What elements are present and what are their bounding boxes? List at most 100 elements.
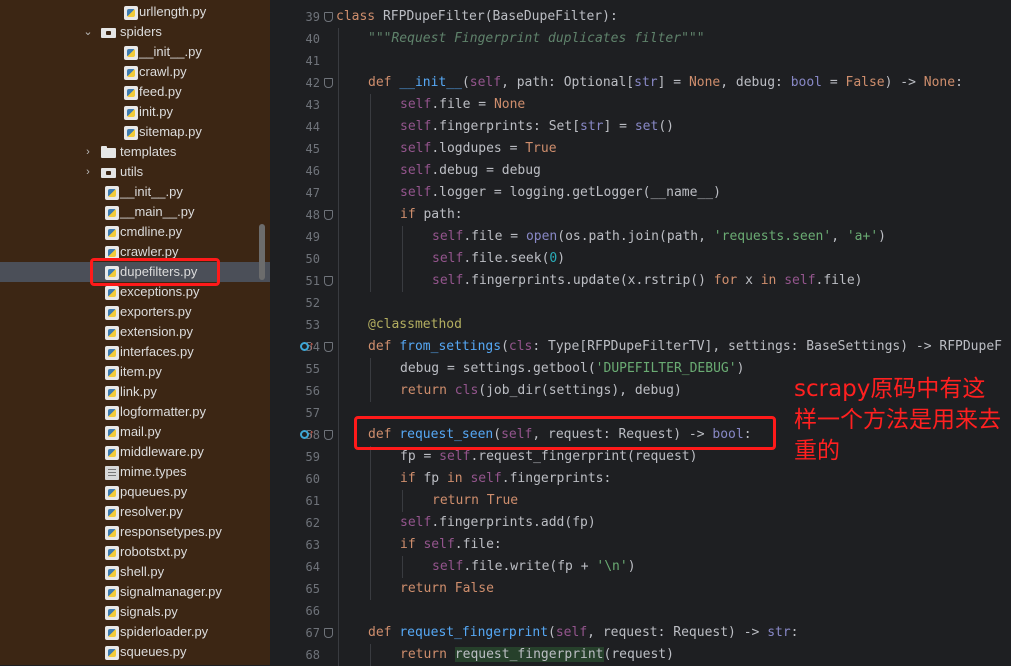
override-implementation-icon[interactable]: ↑	[300, 429, 315, 441]
code-token: return	[400, 383, 455, 398]
code-line[interactable]: class RFPDupeFilter(BaseDupeFilter):	[336, 6, 618, 28]
code-editor[interactable]: 39 40 41 42 43 44 45 46 47 48 49 50 51 52 53 54 ↑ 55 56 57 5…	[270, 0, 1011, 666]
tree-item[interactable]: signalmanager.py	[0, 582, 270, 602]
highlight-box-request-seen	[354, 416, 776, 450]
code-token: bool	[790, 75, 823, 90]
tree-item-label: mime.types	[120, 464, 187, 479]
code-line[interactable]: return False	[400, 578, 494, 600]
tree-item[interactable]: __main__.py	[0, 202, 270, 222]
chevron-right-icon[interactable]: ›	[82, 162, 94, 182]
code-token: if	[400, 537, 424, 552]
tree-item[interactable]: ⌄ spiders	[0, 22, 270, 42]
code-line[interactable]: if fp in self.fingerprints:	[400, 468, 611, 490]
tree-item[interactable]: middleware.py	[0, 442, 270, 462]
line-number: 68	[305, 648, 320, 662]
tree-item[interactable]: spiderloader.py	[0, 622, 270, 642]
code-line[interactable]: return request_fingerprint(request)	[400, 644, 674, 666]
code-line[interactable]: @classmethod	[368, 314, 462, 336]
tree-item[interactable]: squeues.py	[0, 642, 270, 662]
up-arrow-icon: ↑	[309, 340, 315, 352]
chevron-down-icon[interactable]: ⌄	[82, 22, 94, 42]
tree-item[interactable]: pqueues.py	[0, 482, 270, 502]
sidebar-scrollbar[interactable]	[259, 224, 265, 280]
code-token: (	[548, 625, 556, 640]
code-line[interactable]: def from_settings(cls: Type[RFPDupeFilte…	[368, 336, 1002, 358]
fold-marker-icon[interactable]	[324, 430, 333, 440]
code-line[interactable]: if self.file:	[400, 534, 502, 556]
line-number: 60	[305, 472, 320, 486]
fold-marker-icon[interactable]	[324, 210, 333, 220]
line-number: 41	[305, 54, 320, 68]
tree-item[interactable]: › templates	[0, 142, 270, 162]
tree-item[interactable]: init.py	[0, 102, 270, 122]
code-line[interactable]: self.file = None	[400, 94, 525, 116]
tree-item[interactable]: responsetypes.py	[0, 522, 270, 542]
line-number: 52	[305, 296, 320, 310]
tree-item[interactable]: logformatter.py	[0, 402, 270, 422]
code-line[interactable]: """Request Fingerprint duplicates filter…	[368, 28, 705, 50]
tree-item[interactable]: crawl.py	[0, 62, 270, 82]
override-circle-icon	[300, 430, 309, 439]
code-line[interactable]: return cls(job_dir(settings), debug)	[400, 380, 682, 402]
code-token: None	[923, 75, 956, 90]
tree-item[interactable]: extension.py	[0, 322, 270, 342]
tree-item-label: __main__.py	[120, 204, 195, 219]
code-line[interactable]: self.fingerprints: Set[str] = set()	[400, 116, 674, 138]
code-line[interactable]: debug = settings.getbool('DUPEFILTER_DEB…	[400, 358, 744, 380]
line-number: 59	[305, 450, 320, 464]
tree-item-label: crawl.py	[139, 64, 187, 79]
tree-item-label: spiderloader.py	[120, 624, 209, 639]
line-number: 42	[305, 76, 320, 90]
tree-item[interactable]: item.py	[0, 362, 270, 382]
indent-guide	[370, 94, 371, 292]
fold-marker-icon[interactable]	[324, 12, 333, 22]
line-number: 40	[305, 32, 320, 46]
code-line[interactable]: self.logger = logging.getLogger(__name__…	[400, 182, 721, 204]
code-token: 'DUPEFILTER_DEBUG'	[595, 361, 737, 376]
fold-marker-icon[interactable]	[324, 276, 333, 286]
tree-item-label: squeues.py	[120, 644, 187, 659]
chevron-right-icon[interactable]: ›	[82, 142, 94, 162]
tree-item[interactable]: exporters.py	[0, 302, 270, 322]
code-line[interactable]: self.debug = debug	[400, 160, 541, 182]
override-implementation-icon[interactable]: ↑	[300, 340, 315, 353]
tree-item[interactable]: shell.py	[0, 562, 270, 582]
code-line[interactable]: self.file.write(fp + '\n')	[432, 556, 636, 578]
fold-marker-icon[interactable]	[324, 342, 333, 352]
code-line[interactable]: self.fingerprints.add(fp)	[400, 512, 596, 534]
line-number: 47	[305, 186, 320, 200]
code-token: cls	[454, 383, 479, 398]
tree-item[interactable]: mail.py	[0, 422, 270, 442]
code-token: ,	[831, 229, 847, 244]
code-token: return	[400, 647, 455, 662]
code-token: self	[400, 515, 432, 530]
fold-marker-icon[interactable]	[324, 628, 333, 638]
code-line[interactable]: def __init__(self, path: Optional[str] =…	[368, 72, 963, 94]
tree-item[interactable]: interfaces.py	[0, 342, 270, 362]
annotation-note: scrapy原码中有这样一个方法是用来去重的	[794, 376, 1001, 464]
python-file-icon	[105, 226, 119, 240]
tree-item[interactable]: resolver.py	[0, 502, 270, 522]
tree-item[interactable]: › utils	[0, 162, 270, 182]
tree-item[interactable]: sitemap.py	[0, 122, 270, 142]
code-line[interactable]: self.fingerprints.update(x.rstrip() for …	[432, 270, 863, 292]
code-line[interactable]: def request_fingerprint(self, request: R…	[368, 622, 799, 644]
tree-item[interactable]: feed.py	[0, 82, 270, 102]
tree-item[interactable]: cmdline.py	[0, 222, 270, 242]
tree-item[interactable]: mime.types	[0, 462, 270, 482]
code-line[interactable]: if path:	[400, 204, 463, 226]
code-line[interactable]: self.file = open(os.path.join(path, 'req…	[432, 226, 886, 248]
code-line[interactable]: self.logdupes = True	[400, 138, 557, 160]
code-token: .file =	[463, 229, 526, 244]
tree-item[interactable]: robotstxt.py	[0, 542, 270, 562]
code-line[interactable]: return True	[432, 490, 518, 512]
code-line[interactable]: self.file.seek(0)	[432, 248, 565, 270]
tree-item[interactable]: signals.py	[0, 602, 270, 622]
code-token: .logdupes =	[431, 141, 526, 156]
fold-marker-icon[interactable]	[324, 78, 333, 88]
tree-item[interactable]: __init__.py	[0, 182, 270, 202]
tree-item[interactable]: urllength.py	[0, 2, 270, 22]
tree-item[interactable]: link.py	[0, 382, 270, 402]
tree-item[interactable]: __init__.py	[0, 42, 270, 62]
project-tree[interactable]: urllength.py ⌄ spiders __init__.py crawl.py f…	[0, 0, 270, 665]
